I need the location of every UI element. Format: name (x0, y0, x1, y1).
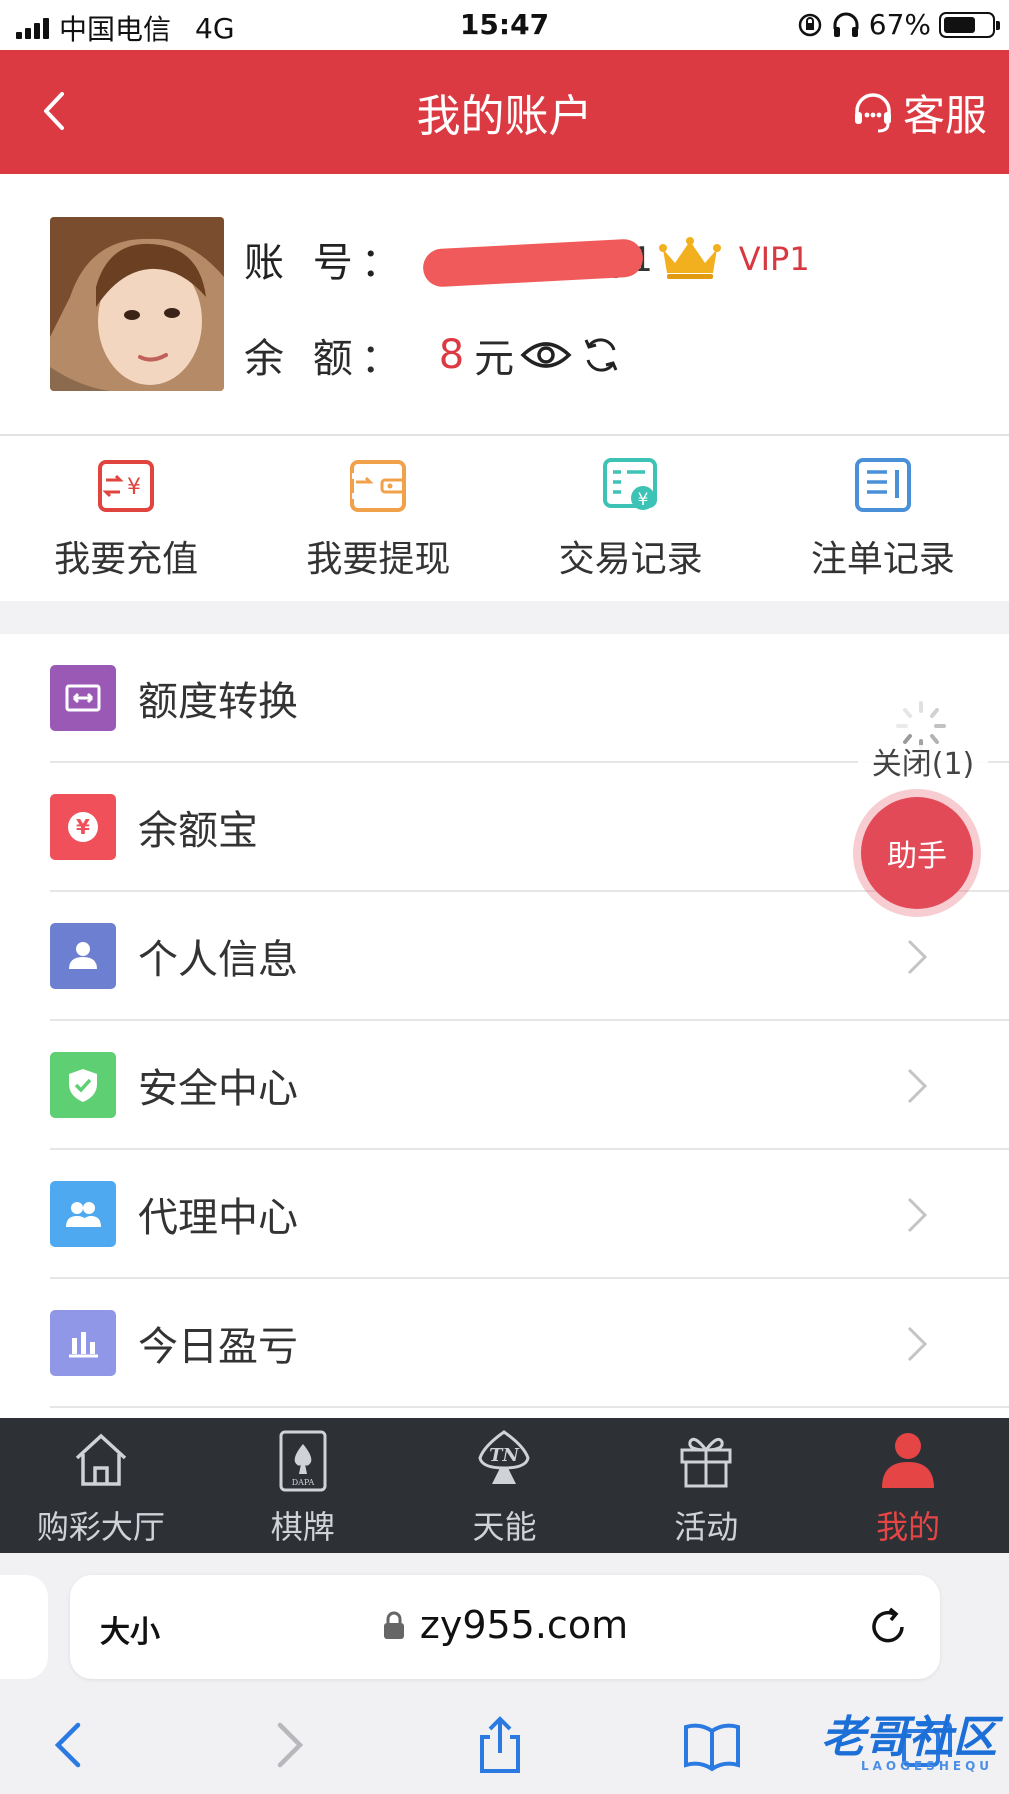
tn-logo-icon: TN (478, 1430, 531, 1484)
browser-toolbar: 大小 zy955.com 老哥社区 LAOGESHEQU (0, 1553, 1009, 1794)
tab-activity[interactable]: 活动 (605, 1418, 807, 1553)
status-right: 67% (797, 8, 1000, 41)
bar-chart-icon (50, 1309, 116, 1376)
withdraw-label: 我要提现 (306, 539, 451, 580)
withdraw-button[interactable]: 我要提现 (252, 436, 504, 601)
app-header: 我的账户 客服 (0, 50, 1009, 174)
crown-icon (658, 237, 721, 279)
assistant-button[interactable]: 助手 (861, 797, 973, 909)
browser-forward-icon[interactable] (258, 1715, 318, 1775)
browser-back-icon[interactable] (40, 1715, 100, 1775)
previous-tab-preview[interactable] (0, 1575, 48, 1679)
shield-icon (50, 1051, 116, 1118)
tab-tianneng[interactable]: TN 天能 (404, 1418, 606, 1553)
menu-label: 个人信息 (138, 936, 298, 983)
battery-percent: 67% (868, 8, 931, 41)
watermark-text: 老哥社区 (821, 1712, 997, 1763)
bet-record-button[interactable]: 注单记录 (757, 436, 1009, 601)
tab-label: 天能 (472, 1508, 537, 1546)
tab-label: 购彩大厅 (36, 1508, 165, 1546)
account-row: 账 号： y1 VIP1 (244, 234, 810, 288)
balance-value: 8 (438, 332, 465, 378)
quick-actions: ¥ 我要充值 我要提现 ¥ 交易记录 注单记录 (0, 436, 1009, 601)
transfer-icon (50, 664, 116, 731)
tab-label: 我的 (876, 1508, 941, 1546)
avatar[interactable] (50, 217, 224, 391)
menu-item-security[interactable]: 安全中心 (50, 1021, 1009, 1150)
headset-icon (854, 92, 891, 132)
balance-row: 余 额： 8 元 (244, 329, 622, 382)
menu-label: 今日盈亏 (138, 1323, 298, 1370)
reload-icon[interactable] (866, 1605, 910, 1649)
customer-service-button[interactable]: 客服 (851, 82, 987, 143)
customer-service-label: 客服 (902, 91, 987, 140)
menu-label: 额度转换 (138, 678, 298, 725)
refresh-icon[interactable] (580, 334, 622, 376)
watermark-logo: 老哥社区 LAOGESHEQU (821, 1701, 997, 1773)
bet-record-icon (854, 458, 911, 512)
recharge-button[interactable]: ¥ 我要充值 (0, 436, 252, 601)
profile-card: 账 号： y1 VIP1 余 额： 8 元 (0, 174, 1009, 436)
url-text: zy955.com (419, 1603, 629, 1647)
lock-icon (383, 1611, 404, 1639)
tab-label: 棋牌 (270, 1508, 335, 1546)
menu-item-transfer[interactable]: 额度转换 (50, 634, 1009, 763)
eye-icon[interactable] (520, 337, 572, 373)
tab-label: 活动 (674, 1508, 739, 1546)
menu-item-agent[interactable]: 代理中心 (50, 1150, 1009, 1279)
address-bar[interactable]: 大小 zy955.com (70, 1575, 940, 1679)
avatar-photo (50, 217, 224, 391)
bottom-tab-bar: 购彩大厅 DAPA 棋牌 TN 天能 活动 我的 (0, 1418, 1009, 1553)
headphones-icon (833, 12, 859, 37)
bookmarks-icon[interactable] (682, 1715, 742, 1775)
menu-label: 安全中心 (138, 1065, 298, 1112)
chevron-right-icon (907, 939, 928, 975)
assistant-label: 助手 (887, 839, 947, 874)
chevron-right-icon (907, 1197, 928, 1233)
tab-cards[interactable]: DAPA 棋牌 (202, 1418, 404, 1553)
menu-item-profile[interactable]: 个人信息 (50, 892, 1009, 1021)
person-icon (882, 1433, 935, 1488)
user-icon (50, 922, 116, 989)
status-bar: 中国电信 4G 15:47 67% (0, 0, 1009, 50)
close-countdown-button[interactable]: 关闭(1) (858, 745, 988, 785)
chevron-right-icon (907, 1068, 928, 1104)
account-label: 账 号： (244, 240, 409, 286)
svg-text:DAPA: DAPA (291, 1478, 314, 1487)
tab-lottery-hall[interactable]: 购彩大厅 (0, 1418, 202, 1553)
balance-unit: 元 (474, 336, 515, 382)
balance-label: 余 额： (244, 336, 409, 382)
yuan-icon: ¥ (50, 793, 116, 860)
transaction-record-icon: ¥ (602, 458, 657, 510)
bet-record-label: 注单记录 (810, 539, 955, 580)
share-icon[interactable] (470, 1715, 530, 1775)
wallet-withdraw-icon (350, 460, 407, 512)
account-value: y1 (409, 236, 655, 288)
recharge-label: 我要充值 (54, 539, 199, 580)
transaction-record-label: 交易记录 (558, 539, 703, 580)
menu-label: 代理中心 (138, 1194, 298, 1241)
svg-text:¥: ¥ (76, 815, 90, 839)
svg-text:TN: TN (490, 1445, 521, 1466)
recharge-icon: ¥ (98, 460, 155, 512)
menu-label: 余额宝 (138, 807, 258, 854)
home-icon (75, 1433, 127, 1486)
svg-text:¥: ¥ (127, 475, 141, 500)
transaction-record-button[interactable]: ¥ 交易记录 (505, 436, 757, 601)
gift-icon (680, 1437, 732, 1488)
tab-mine[interactable]: 我的 (807, 1418, 1009, 1553)
battery-icon (939, 11, 1000, 38)
redaction-mark (421, 238, 644, 288)
cards-icon: DAPA (279, 1430, 327, 1492)
chevron-right-icon (907, 1326, 928, 1362)
agents-icon (50, 1180, 116, 1247)
vip-level: VIP1 (738, 240, 810, 278)
watermark-subtext: LAOGESHEQU (861, 1759, 994, 1773)
url-display[interactable]: zy955.com (70, 1603, 940, 1647)
menu-item-profit[interactable]: 今日盈亏 (50, 1279, 1009, 1408)
svg-text:¥: ¥ (637, 490, 648, 510)
orientation-lock-icon (798, 13, 822, 36)
